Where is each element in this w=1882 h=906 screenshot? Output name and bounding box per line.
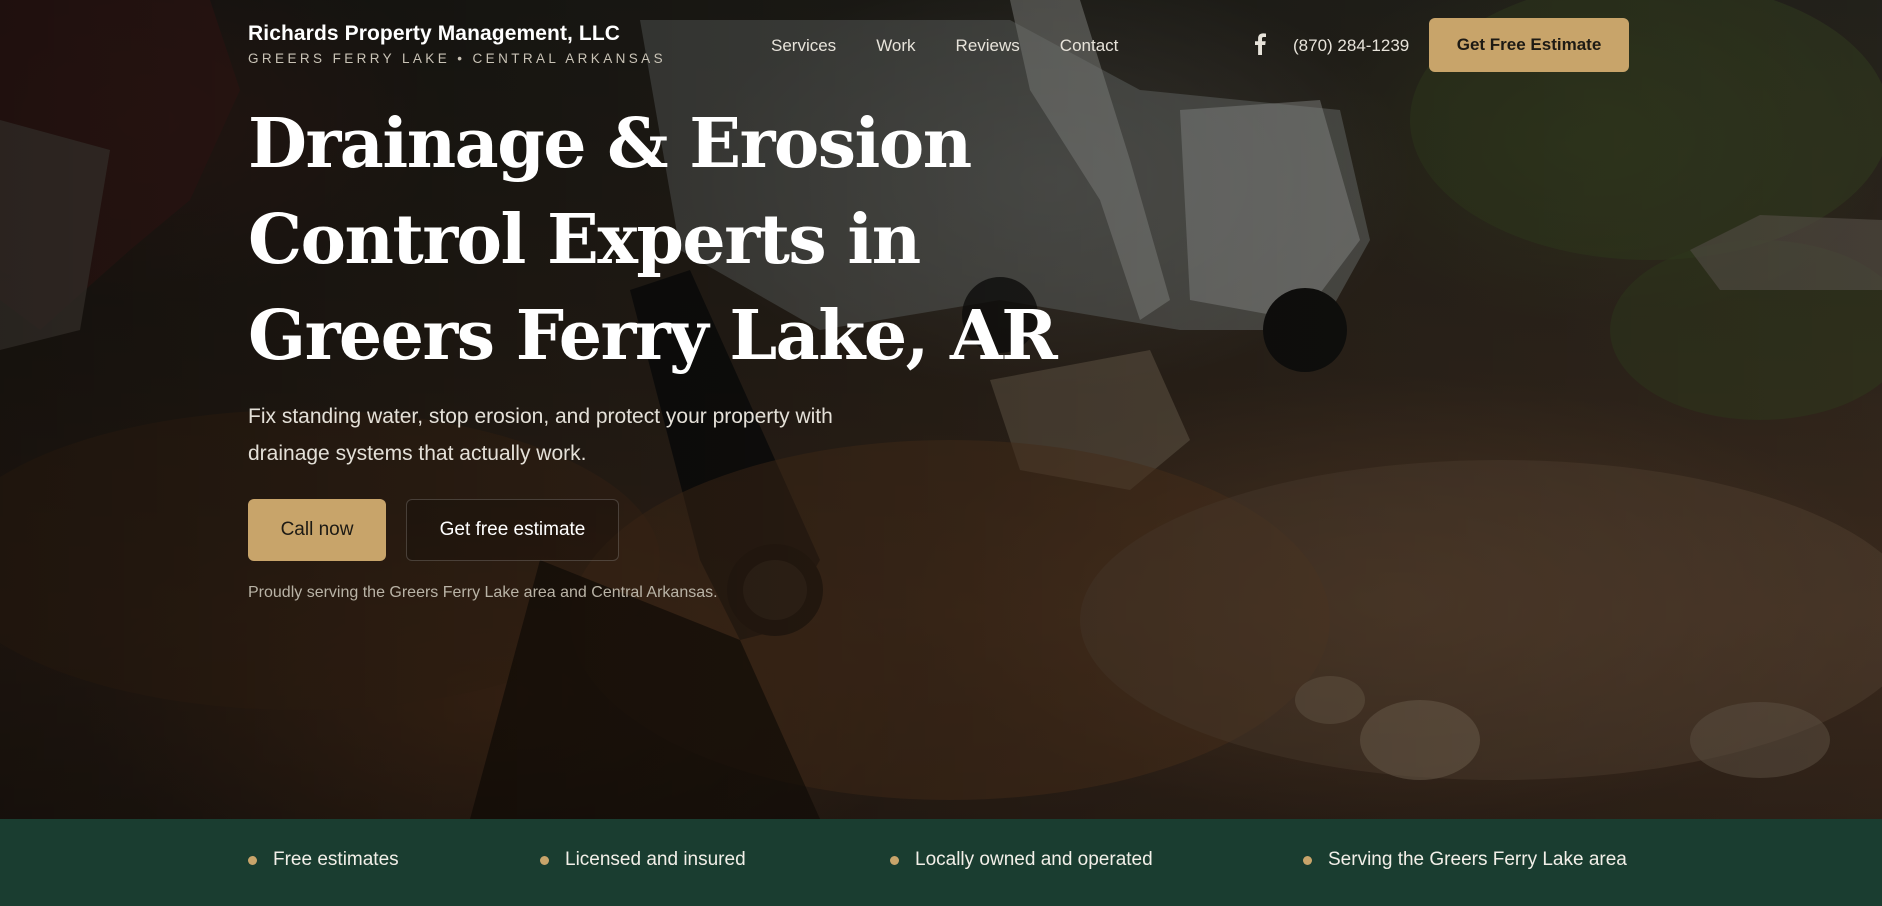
hero-section: Richards Property Management, LLC GREERS… <box>0 0 1882 819</box>
call-now-button[interactable]: Call now <box>248 499 386 561</box>
service-area-note: Proudly serving the Greers Ferry Lake ar… <box>248 584 718 601</box>
bullet-dot-icon <box>1303 855 1312 865</box>
hero-get-free-estimate-button[interactable]: Get free estimate <box>406 499 619 561</box>
main-nav: Services Work Reviews Contact <box>771 36 1118 56</box>
trust-item-label: Locally owned and operated <box>915 849 1153 870</box>
brand-name[interactable]: Richards Property Management, LLC <box>248 22 666 46</box>
phone-link[interactable]: (870) 284-1239 <box>1293 36 1409 56</box>
nav-item-work[interactable]: Work <box>876 36 915 56</box>
nav-item-contact[interactable]: Contact <box>1060 36 1119 56</box>
trust-item-label: Free estimates <box>273 849 399 870</box>
headline-line: Greers Ferry Lake, AR <box>248 296 1058 376</box>
nav-item-services[interactable]: Services <box>771 36 836 56</box>
site-header: Richards Property Management, LLC GREERS… <box>0 0 1882 92</box>
brand-tagline: GREERS FERRY LAKE • CENTRAL ARKANSAS <box>248 51 666 66</box>
trust-item-label: Licensed and insured <box>565 849 746 870</box>
hero-headline: Drainage & Erosion Control Experts in Gr… <box>248 96 1068 384</box>
hero-subhead: Fix standing water, stop erosion, and pr… <box>248 398 928 472</box>
bullet-dot-icon <box>248 855 257 865</box>
trust-item: Licensed and insured <box>540 849 746 871</box>
subhead-line: Fix standing water, stop erosion, and pr… <box>248 405 833 428</box>
bullet-dot-icon <box>890 855 899 865</box>
headline-line: Control Experts in <box>248 200 921 280</box>
trust-item-label: Serving the Greers Ferry Lake area <box>1328 849 1627 870</box>
trust-item: Locally owned and operated <box>890 849 1153 871</box>
trust-bar: Free estimates Licensed and insured Loca… <box>0 819 1882 906</box>
bullet-dot-icon <box>540 855 549 865</box>
facebook-icon[interactable] <box>1253 33 1267 55</box>
headline-line: Drainage & Erosion <box>248 104 972 184</box>
trust-item: Free estimates <box>248 849 399 871</box>
nav-item-reviews[interactable]: Reviews <box>956 36 1020 56</box>
brand[interactable]: Richards Property Management, LLC GREERS… <box>248 22 666 66</box>
trust-item: Serving the Greers Ferry Lake area <box>1303 849 1627 871</box>
get-free-estimate-button[interactable]: Get Free Estimate <box>1429 18 1629 72</box>
subhead-line: drainage systems that actually work. <box>248 442 587 465</box>
